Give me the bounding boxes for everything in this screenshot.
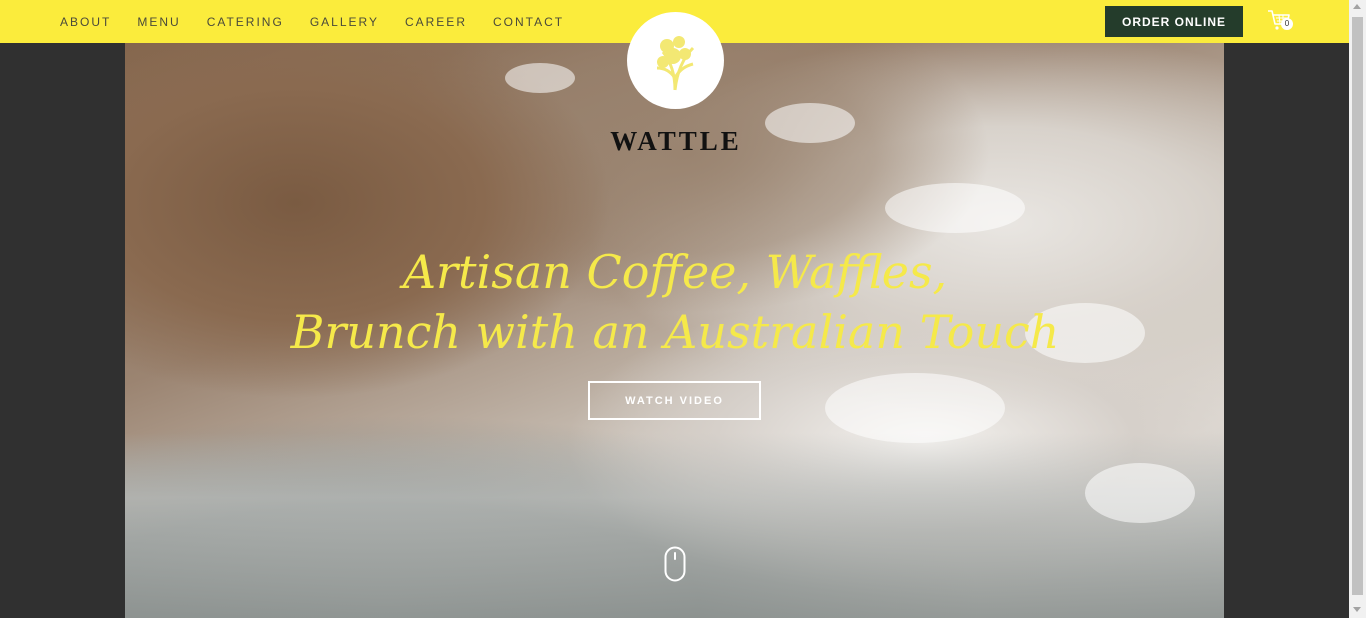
nav-item-gallery[interactable]: GALLERY [310, 15, 379, 29]
scroll-down-arrow-icon[interactable] [1353, 607, 1361, 612]
hero-texture [885, 183, 1025, 233]
scrollbar-thumb[interactable] [1352, 17, 1363, 595]
brand-logo[interactable] [627, 12, 724, 109]
hero-headline: Artisan Coffee, Waffles, Brunch with an … [260, 242, 1090, 362]
nav-item-contact[interactable]: CONTACT [493, 15, 564, 29]
nav-item-career[interactable]: CAREER [405, 15, 467, 29]
order-online-button[interactable]: ORDER ONLINE [1105, 6, 1243, 37]
hero-texture [1085, 463, 1195, 523]
page-scrollbar[interactable] [1349, 0, 1366, 618]
nav-item-catering[interactable]: CATERING [207, 15, 284, 29]
nav-item-about[interactable]: ABOUT [60, 15, 111, 29]
headline-line-1: Artisan Coffee, Waffles, [402, 245, 948, 299]
cart-count-badge: 0 [1281, 18, 1293, 30]
mouse-scroll-icon [664, 546, 686, 582]
cart-button[interactable]: 0 [1267, 9, 1297, 33]
brand-name: WATTLE [610, 126, 742, 156]
scroll-up-arrow-icon[interactable] [1353, 4, 1361, 9]
headline-line-2: Brunch with an Australian Touch [290, 305, 1060, 359]
nav-item-menu[interactable]: MENU [137, 15, 180, 29]
hero-foreground-blur [125, 433, 1224, 618]
scroll-down-indicator[interactable] [664, 546, 686, 582]
wattle-flower-icon [656, 29, 695, 91]
main-nav: ABOUT MENU CATERING GALLERY CAREER CONTA… [60, 0, 590, 43]
watch-video-button[interactable]: WATCH VIDEO [588, 381, 761, 420]
hero-texture [825, 373, 1005, 443]
hero-texture [505, 63, 575, 93]
